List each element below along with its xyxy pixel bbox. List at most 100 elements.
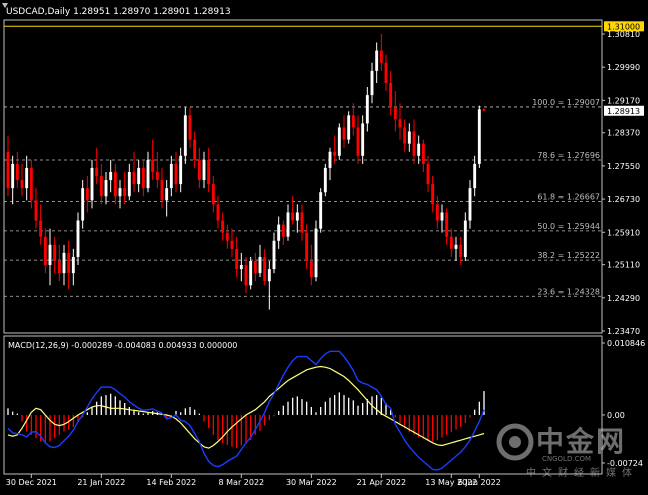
- candle-body: [412, 131, 416, 156]
- candle-body: [309, 260, 313, 278]
- candle-body: [99, 176, 103, 197]
- candle-body: [146, 159, 150, 189]
- candle-body: [85, 188, 89, 201]
- candle-body: [67, 252, 71, 274]
- candle-body: [449, 236, 453, 249]
- candle-body: [468, 188, 472, 221]
- candle-body: [384, 62, 388, 83]
- candle-body: [20, 180, 24, 189]
- price-axis-label: 1.29990: [607, 63, 640, 72]
- candle-body: [473, 163, 477, 189]
- date-axis-label: 21 Jan 2022: [77, 478, 125, 487]
- candle-body: [141, 167, 145, 189]
- date-axis-label: 30 Dec 2021: [6, 478, 57, 487]
- candle-body: [375, 50, 379, 71]
- candle-body: [123, 188, 127, 197]
- candle-body: [109, 171, 113, 181]
- fib-level-label: 100.0 = 1.29007: [532, 98, 600, 107]
- price-axis-label: 1.25110: [607, 261, 640, 270]
- candle-body: [272, 240, 276, 270]
- candle-body: [295, 212, 299, 221]
- candle-body: [482, 109, 486, 111]
- date-axis-label: 8 Mar 2022: [219, 478, 265, 487]
- date-axis-label: 30 Mar 2022: [286, 478, 337, 487]
- candle-body: [11, 163, 15, 189]
- candle-body: [221, 220, 225, 233]
- candle-body: [169, 163, 173, 189]
- candle-body: [300, 212, 304, 233]
- candle-body: [183, 115, 187, 156]
- candle-body: [333, 151, 337, 156]
- price-axis-label: 1.23470: [607, 327, 640, 336]
- candle-body: [314, 228, 318, 278]
- candle-body: [235, 248, 239, 270]
- date-axis-label: 14 Feb 2022: [146, 478, 196, 487]
- candle-body: [151, 159, 155, 172]
- candle-body: [459, 244, 463, 257]
- candle-body: [347, 115, 351, 140]
- candle-body: [281, 224, 285, 237]
- price-axis-label: 1.26730: [607, 195, 640, 204]
- price-axis-label: 1.28370: [607, 129, 640, 138]
- candle-body: [379, 50, 383, 63]
- candle-body: [421, 143, 425, 164]
- price-axis-label: 1.30810: [607, 30, 640, 39]
- candle-body: [34, 200, 38, 221]
- candle-body: [286, 212, 290, 237]
- candle-body: [417, 143, 421, 156]
- candle-body: [361, 123, 365, 156]
- candle-body: [202, 159, 206, 181]
- candle-body: [53, 244, 57, 261]
- resistance-price-label: 1.31000: [607, 22, 640, 31]
- candle-body: [193, 139, 197, 160]
- candle-body: [263, 256, 267, 282]
- last-price-label: 1.28913: [607, 107, 640, 116]
- candle-body: [113, 171, 117, 197]
- candle-body: [71, 256, 75, 274]
- price-axis-label: 1.25910: [607, 228, 640, 237]
- candle-body: [160, 180, 164, 201]
- watermark-url: CNGOLD.COM: [542, 455, 592, 463]
- candle-body: [57, 260, 61, 274]
- usdcad-chart-window[interactable]: 100.0 = 1.29007 78.6 = 1.27696 61.8 = 1.26…: [0, 0, 648, 491]
- candle-body: [253, 260, 257, 274]
- candle-body: [407, 131, 411, 144]
- candle-body: [104, 180, 108, 197]
- candle-body: [211, 184, 215, 205]
- candle-body: [216, 204, 220, 221]
- macd-header: MACD(12,26,9) -0.000289 -0.004083 0.0049…: [8, 341, 237, 350]
- candle-body: [127, 171, 131, 197]
- candle-body: [155, 171, 159, 181]
- candle-body: [244, 265, 248, 286]
- candle-body: [258, 256, 262, 274]
- price-axis-label: 1.24290: [607, 294, 640, 303]
- candle-body: [25, 167, 29, 189]
- candle-body: [6, 151, 10, 189]
- candle-body: [403, 127, 407, 144]
- fib-level-label: 61.8 = 1.26667: [537, 193, 600, 202]
- candle-body: [90, 167, 94, 201]
- candle-body: [15, 163, 19, 181]
- fib-level-label: 38.2 = 1.25222: [537, 251, 600, 260]
- date-axis-label: 6 Jun 2022: [458, 478, 501, 487]
- candle-body: [39, 220, 43, 237]
- candle-body: [435, 204, 439, 221]
- candle-body: [230, 240, 234, 249]
- candle-body: [393, 107, 397, 120]
- macd-axis-label: 0.010846: [607, 339, 645, 348]
- macd-main-line: [7, 350, 485, 471]
- candle-body: [29, 167, 33, 201]
- candle-body: [225, 232, 229, 241]
- chart-symbol-header: USDCAD,Daily 1.28951 1.28970 1.28901 1.2…: [6, 7, 231, 17]
- candle-body: [179, 155, 183, 185]
- candle-body: [477, 109, 481, 164]
- candle-body: [188, 115, 192, 140]
- fib-level-label: 78.6 = 1.27696: [537, 151, 600, 160]
- swirl-logo-icon: [496, 423, 534, 461]
- price-pane-frame: [3, 19, 603, 334]
- candle-body: [48, 244, 52, 266]
- candle-body: [43, 236, 47, 266]
- candle-body: [365, 95, 369, 124]
- candle-body: [328, 151, 332, 168]
- candle-body: [249, 260, 253, 286]
